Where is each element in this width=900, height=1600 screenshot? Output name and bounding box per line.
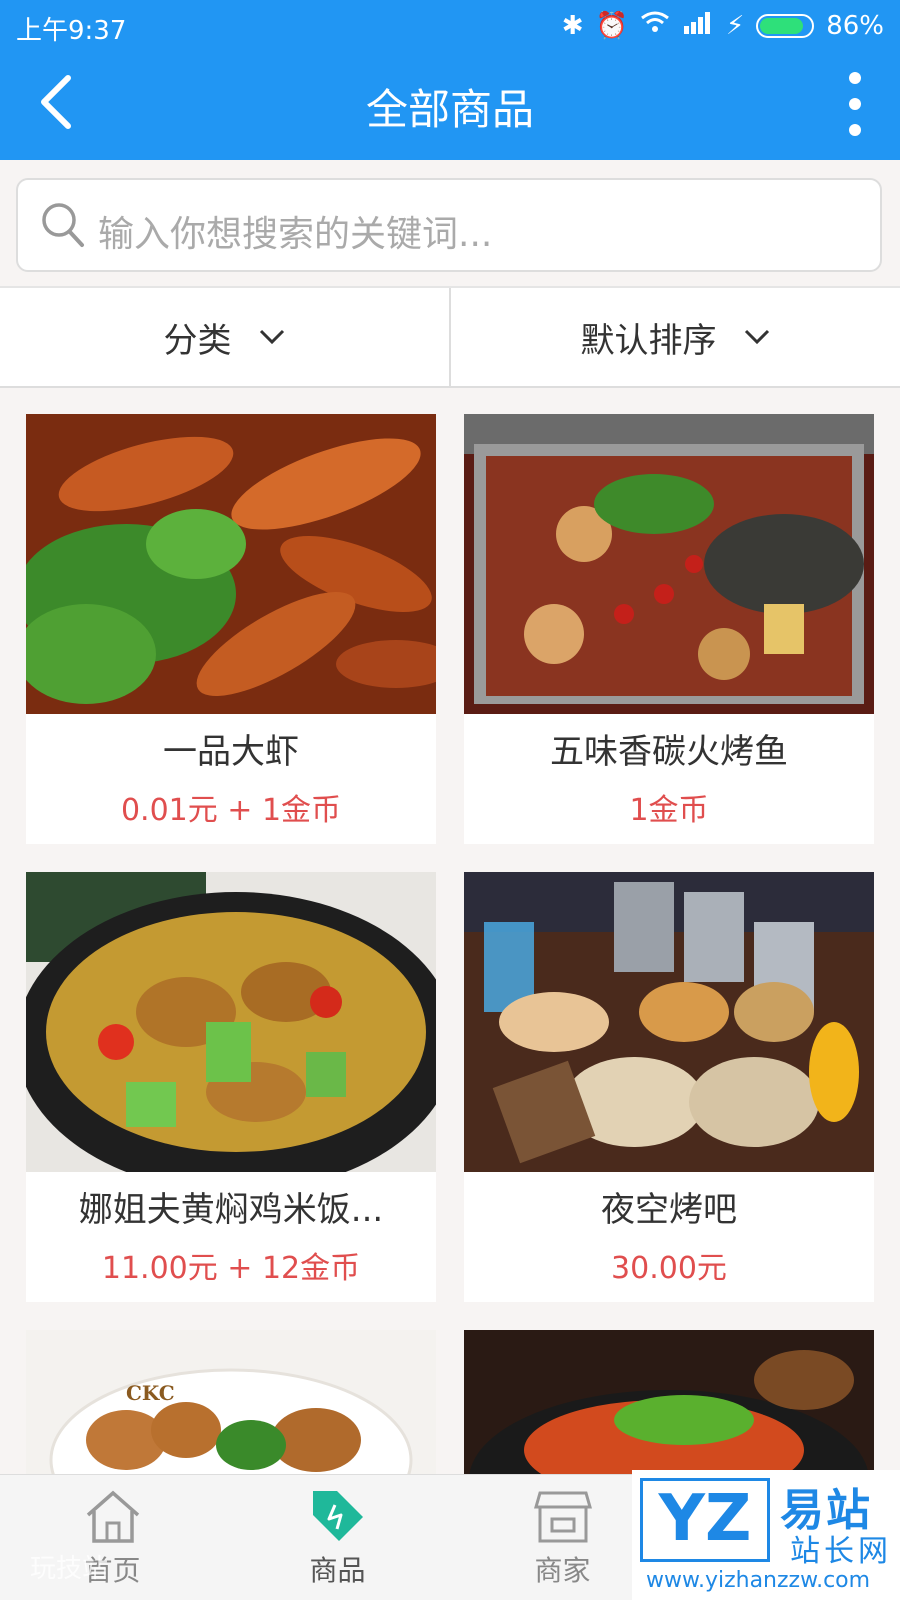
watermark-sub: 站长网 [790, 1534, 892, 1569]
filter-bar: 分类 默认排序 [0, 286, 900, 388]
sort-dropdown[interactable]: 默认排序 [451, 288, 900, 386]
search-placeholder: 输入你想搜索的关键词... [98, 214, 493, 255]
product-name: 夜空烤吧 [601, 1190, 737, 1230]
chevron-down-icon [259, 329, 284, 345]
product-image [26, 872, 436, 1172]
product-image [26, 414, 436, 714]
product-card[interactable]: 夜空烤吧 30.00元 [464, 872, 874, 1302]
more-vertical-icon [849, 72, 861, 136]
category-label: 分类 [163, 320, 232, 361]
product-card[interactable]: 娜姐夫黄焖鸡米饭... 11.00元 + 12金币 [26, 872, 436, 1302]
product-image: CKC [26, 1330, 436, 1474]
shop-icon [533, 1491, 592, 1543]
bluetooth-icon: ✱ [561, 10, 584, 41]
watermark-logo: YZ 易站 站长网 www.yizhanzzw.com [632, 1470, 900, 1600]
app-header: 全部商品 [0, 50, 900, 160]
product-image [464, 1330, 874, 1474]
status-icons: ✱ ⏰ ⚡ 86% [562, 10, 884, 41]
battery-percent: 86% [826, 10, 884, 41]
more-menu-button[interactable] [840, 70, 870, 140]
watermark-mark: YZ [640, 1478, 770, 1562]
watermark-url: www.yizhanzzw.com [646, 1568, 871, 1593]
tab-goods[interactable]: 商品 [225, 1475, 450, 1600]
product-image [464, 414, 874, 714]
chevron-down-icon [744, 329, 769, 345]
alarm-icon: ⏰ [595, 10, 628, 41]
svg-text:CKC: CKC [126, 1381, 175, 1405]
watermark-text: 玩技站 [30, 1554, 109, 1584]
home-icon [86, 1490, 139, 1543]
product-price: 11.00元 + 12金币 [101, 1251, 361, 1286]
product-card[interactable]: 一品大虾 0.01元 + 1金币 [26, 414, 436, 844]
search-icon [42, 203, 84, 247]
wifi-icon [640, 10, 670, 41]
tab-goods-label: 商品 [309, 1554, 366, 1587]
price-tag-icon [312, 1491, 363, 1541]
product-price: 1金币 [629, 793, 709, 828]
product-name: 娜姐夫黄焖鸡米饭... [78, 1190, 384, 1230]
product-name: 五味香碳火烤鱼 [550, 732, 788, 772]
battery-icon [756, 13, 815, 38]
product-price: 0.01元 + 1金币 [120, 793, 342, 828]
signal-icon [682, 10, 714, 41]
search-input[interactable]: 输入你想搜索的关键词... [16, 178, 882, 272]
product-image [464, 872, 874, 1172]
category-dropdown[interactable]: 分类 [0, 288, 451, 386]
product-card[interactable] [464, 1330, 874, 1474]
product-price: 30.00元 [611, 1251, 727, 1286]
charging-icon: ⚡ [725, 10, 745, 41]
sort-label: 默认排序 [580, 320, 717, 361]
page-title: 全部商品 [365, 85, 534, 134]
product-name: 一品大虾 [163, 732, 299, 772]
status-bar: 上午9:37 ✱ ⏰ ⚡ 86% [0, 0, 900, 50]
product-card[interactable]: 五味香碳火烤鱼 1金币 [464, 414, 874, 844]
product-card[interactable]: CKC [26, 1330, 436, 1474]
status-time: 上午9:37 [16, 16, 127, 46]
tab-shops-label: 商家 [534, 1554, 591, 1587]
